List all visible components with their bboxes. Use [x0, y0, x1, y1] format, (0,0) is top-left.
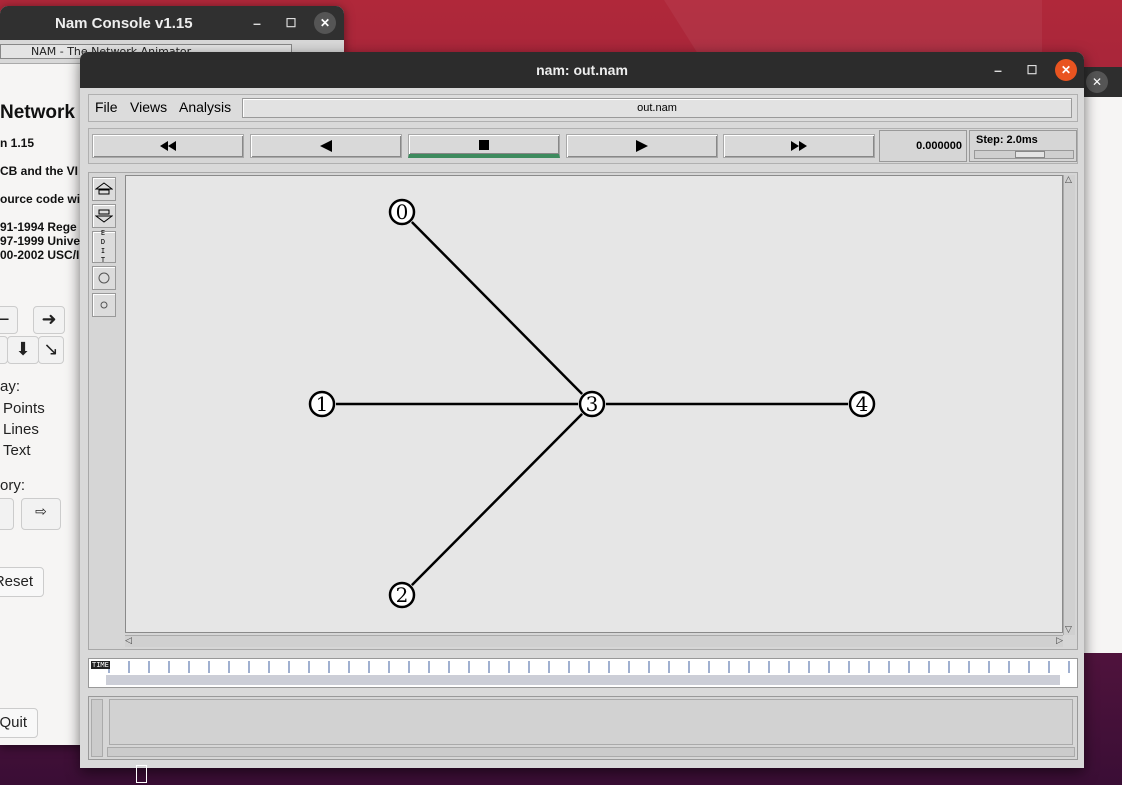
node-label: 0: [396, 200, 409, 224]
menu-analysis[interactable]: Analysis: [179, 99, 231, 115]
stop-icon: [479, 139, 489, 150]
console-credit: CB and the VI: [0, 164, 79, 178]
pan-down-button[interactable]: ⬇: [7, 336, 39, 364]
quit-button[interactable]: Quit: [0, 708, 38, 738]
fast-rewind-icon: [160, 141, 176, 151]
close-icon[interactable]: ✕: [314, 12, 336, 34]
large-node-tool[interactable]: [92, 266, 116, 290]
zoom-out-icon: [95, 209, 113, 223]
current-time-display: 0.000000: [879, 130, 967, 162]
nam-window-title: nam: out.nam: [536, 62, 628, 78]
playback-controls: 0.000000 Step: 2.0ms: [88, 128, 1078, 164]
scroll-right-icon[interactable]: ▷: [1056, 636, 1063, 646]
minimize-icon[interactable]: –: [246, 12, 268, 34]
tool-palette: EDIT: [92, 177, 118, 320]
menu-file[interactable]: File: [95, 99, 118, 115]
console-version: n 1.15: [0, 136, 35, 150]
node-3[interactable]: 3: [578, 390, 606, 418]
node-label: 2: [396, 583, 409, 607]
play-forward-button[interactable]: [566, 134, 718, 158]
reset-button[interactable]: Reset: [0, 567, 44, 597]
node-label: 1: [316, 392, 329, 416]
time-slider-handle[interactable]: TIME: [91, 661, 110, 669]
fast-forward-icon: [791, 141, 807, 151]
annotation-vertical-scrollbar[interactable]: [91, 699, 103, 757]
console-copyright-2: 97-1999 Unive: [0, 234, 81, 248]
scroll-down-icon[interactable]: ▽: [1065, 625, 1072, 635]
option-points[interactable]: Points: [3, 400, 45, 417]
animation-area: EDIT 0 1 2 3 4 △ ▽ ◁ ▷: [88, 172, 1078, 650]
menu-bar: File Views Analysis out.nam: [88, 94, 1078, 122]
stop-button[interactable]: [408, 134, 560, 158]
step-control: Step: 2.0ms: [969, 130, 1077, 162]
step-slider-thumb[interactable]: [1015, 151, 1045, 158]
menu-views[interactable]: Views: [130, 99, 167, 115]
nam-main-window: nam: out.nam – ☐ ✕ File Views Analysis o…: [80, 52, 1084, 768]
small-circle-icon: [100, 301, 108, 309]
step-label: Step: 2.0ms: [976, 134, 1038, 146]
rewind-button[interactable]: [92, 134, 244, 158]
option-lines[interactable]: Lines: [3, 421, 39, 438]
time-slider[interactable]: TIME: [88, 658, 1078, 688]
maximize-icon[interactable]: ☐: [1021, 59, 1043, 81]
annotation-horizontal-scrollbar[interactable]: [107, 747, 1075, 757]
trace-file-field: out.nam: [242, 98, 1072, 118]
circle-icon: [98, 272, 110, 284]
background-window-titlebar: ✕: [1082, 67, 1122, 97]
zoom-out-button[interactable]: [92, 204, 116, 228]
small-node-tool[interactable]: [92, 293, 116, 317]
console-titlebar: Nam Console v1.15 – ☐ ✕: [0, 6, 344, 40]
nam-titlebar: nam: out.nam – ☐ ✕: [80, 52, 1084, 88]
display-label: ay:: [0, 378, 21, 395]
canvas-horizontal-scrollbar[interactable]: ◁ ▷: [125, 635, 1063, 647]
play-backward-icon: [320, 140, 332, 152]
node-4[interactable]: 4: [848, 390, 876, 418]
console-title: Nam Console v1.15: [55, 15, 193, 32]
annotation-list[interactable]: [109, 699, 1073, 745]
edit-tool-button[interactable]: EDIT: [92, 229, 116, 264]
console-copyright-1: 91-1994 Rege: [0, 220, 77, 234]
step-slider[interactable]: [974, 150, 1074, 159]
node-label: 4: [856, 392, 869, 416]
history-label: ory:: [0, 477, 26, 494]
node-1[interactable]: 1: [308, 390, 336, 418]
close-icon[interactable]: ✕: [1055, 59, 1077, 81]
play-backward-button[interactable]: [250, 134, 402, 158]
link-0-3[interactable]: [410, 221, 584, 395]
pan-left-button[interactable]: ←: [0, 306, 18, 334]
node-label: 3: [586, 392, 599, 416]
pan-down-right-button[interactable]: ↘: [38, 336, 64, 364]
maximize-icon[interactable]: ☐: [280, 12, 302, 34]
edit-tool-label: EDIT: [100, 229, 108, 264]
annotation-panel: [88, 696, 1078, 760]
console-source: ource code wi: [0, 192, 81, 206]
close-icon[interactable]: ✕: [1086, 71, 1108, 93]
pan-right-button[interactable]: ➜: [33, 306, 65, 334]
canvas-vertical-scrollbar[interactable]: △ ▽: [1063, 175, 1075, 635]
node-2[interactable]: 2: [388, 581, 416, 609]
topology-graph: 0 1 2 3 4: [308, 198, 876, 609]
network-canvas[interactable]: 0 1 2 3 4: [125, 175, 1063, 633]
fast-forward-button[interactable]: [723, 134, 875, 158]
time-ticks: [106, 661, 1070, 685]
scroll-up-icon[interactable]: △: [1065, 175, 1072, 185]
history-forward-button[interactable]: ⇨: [21, 498, 61, 530]
console-copyright-3: 00-2002 USC/I: [0, 248, 80, 262]
zoom-in-icon: [95, 182, 113, 195]
link-2-3[interactable]: [410, 413, 584, 586]
history-back-button[interactable]: °: [0, 498, 14, 530]
scroll-left-icon[interactable]: ◁: [125, 636, 132, 646]
desktop-cursor-mark: [136, 765, 147, 783]
minimize-icon[interactable]: –: [987, 59, 1009, 81]
play-icon: [636, 140, 648, 152]
background-window: ✕: [1082, 67, 1122, 653]
option-text[interactable]: Text: [3, 442, 31, 459]
zoom-in-button[interactable]: [92, 177, 116, 201]
node-0[interactable]: 0: [388, 198, 416, 226]
